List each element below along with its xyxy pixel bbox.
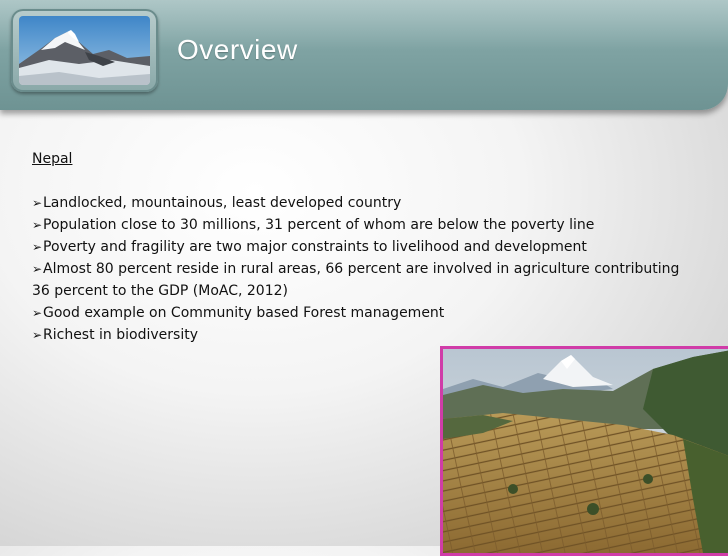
bullet-text: Richest in biodiversity (43, 327, 198, 343)
bullet-item: ➢Population close to 30 millions, 31 per… (32, 214, 682, 236)
bullet-item: ➢Good example on Community based Forest … (32, 302, 682, 324)
arrow-bullet-icon: ➢ (32, 240, 43, 254)
arrow-bullet-icon: ➢ (32, 196, 43, 210)
snow-mountain-photo (19, 16, 150, 85)
bullet-item: ➢Poverty and fragility are two major con… (32, 236, 682, 258)
arrow-bullet-icon: ➢ (32, 218, 43, 232)
arrow-bullet-icon: ➢ (32, 262, 43, 276)
bullet-text: Population close to 30 millions, 31 perc… (43, 217, 595, 233)
snow-mountain-image (19, 16, 150, 85)
country-heading: Nepal (32, 151, 73, 167)
arrow-bullet-icon: ➢ (32, 328, 43, 342)
bullet-item: ➢Richest in biodiversity (32, 324, 682, 346)
bullet-text: Almost 80 percent reside in rural areas,… (32, 261, 680, 299)
slide-body: Nepal ➢Landlocked, mountainous, least de… (32, 148, 682, 346)
arrow-bullet-icon: ➢ (32, 306, 43, 320)
bullet-text: Landlocked, mountainous, least developed… (43, 195, 402, 211)
terraced-valley-photo (440, 346, 728, 556)
bullet-text: Poverty and fragility are two major cons… (43, 239, 587, 255)
bullet-item: ➢Almost 80 percent reside in rural areas… (32, 258, 682, 302)
mountain-photo-frame (11, 9, 158, 92)
slide-title: Overview (177, 34, 298, 65)
valley-image (443, 349, 728, 553)
bullet-item: ➢Landlocked, mountainous, least develope… (32, 192, 682, 214)
bullet-text: Good example on Community based Forest m… (43, 305, 445, 321)
